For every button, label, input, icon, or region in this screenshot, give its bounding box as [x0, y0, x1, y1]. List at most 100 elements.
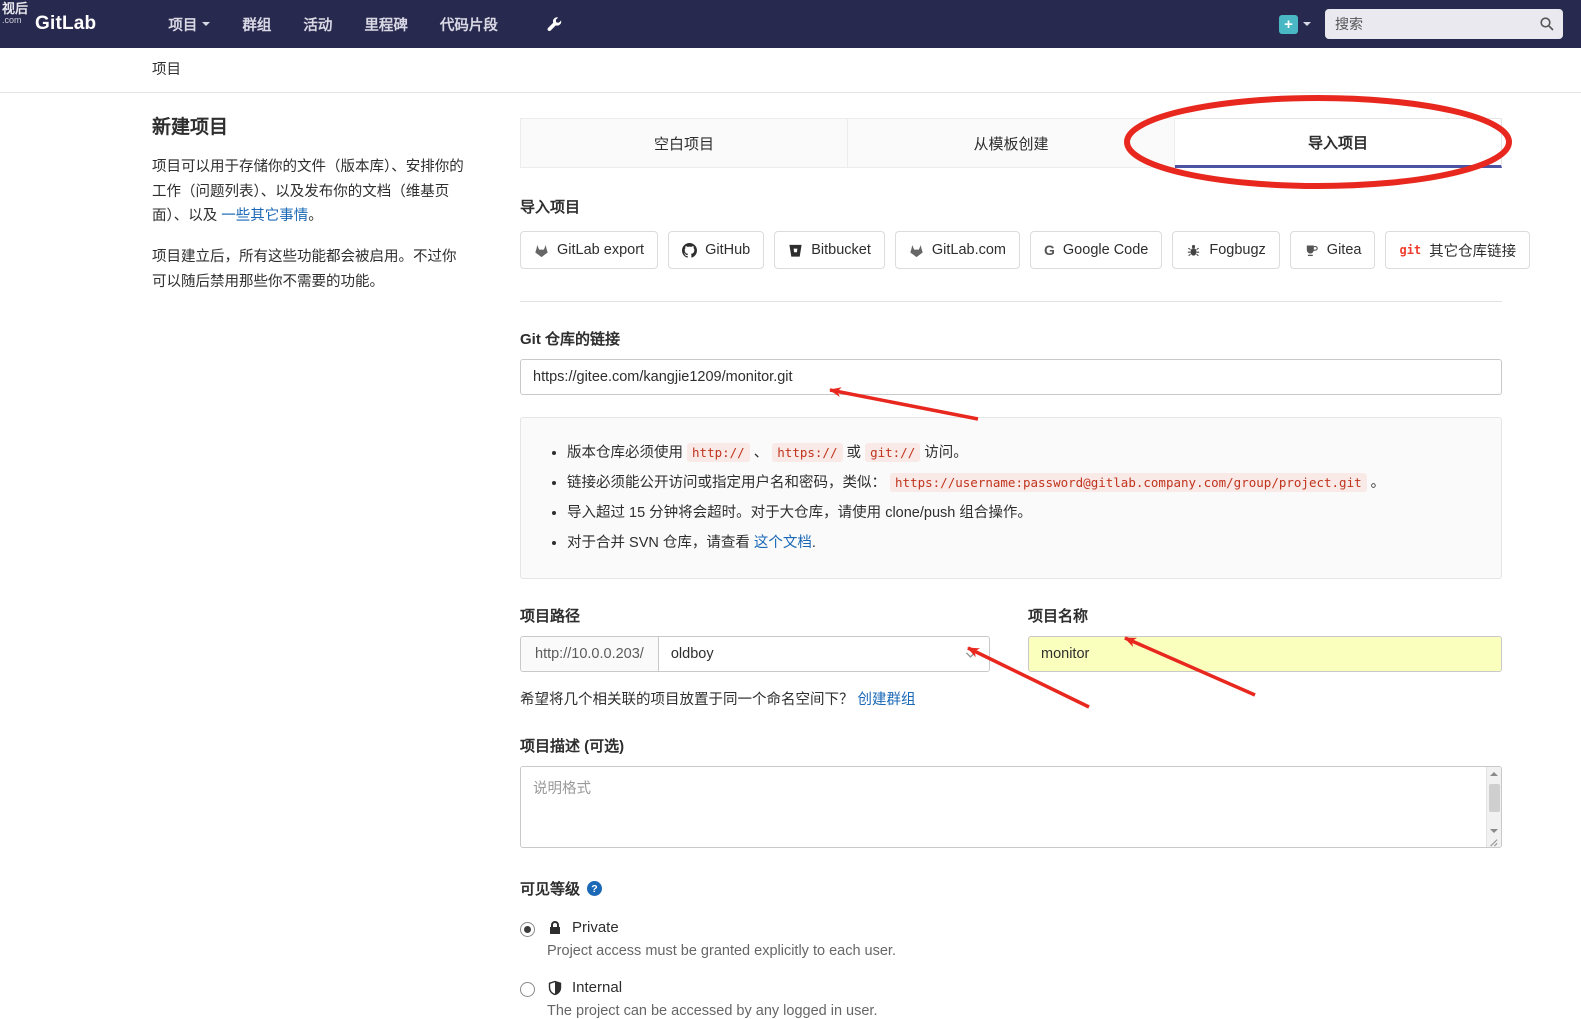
import-source-bitbucket-button[interactable]: Bitbucket: [774, 231, 885, 269]
nav-item-activity[interactable]: 活动: [291, 8, 344, 41]
search-icon: [1540, 17, 1554, 31]
new-project-page: 视后 .com GitLab 项目 群组 活动 里程碑 代码片段 + 搜索 项目…: [0, 0, 1581, 1019]
screenshot-watermark: 视后 .com: [2, 1, 36, 26]
import-source-gitlab-com-button[interactable]: GitLab.com: [894, 231, 1021, 269]
import-source-buttons: GitLab export GitHub Bitbucket GitLab.co…: [520, 231, 1531, 269]
shield-icon: [548, 980, 562, 996]
import-source-google-code-button[interactable]: G Google Code: [1030, 231, 1163, 269]
nav-item-groups[interactable]: 群组: [230, 8, 283, 41]
section-divider: [520, 301, 1502, 302]
github-icon: [682, 242, 698, 258]
gitlab-tanuki-icon: [535, 244, 548, 257]
project-description-wrap: [520, 766, 1502, 849]
new-dropdown-button[interactable]: +: [1279, 14, 1311, 34]
page-title: 新建项目: [152, 117, 229, 138]
repo-url-input[interactable]: [520, 359, 1502, 395]
svn-doc-link[interactable]: 这个文档: [754, 535, 812, 551]
note-text: 对于合并 SVN 仓库，请查看: [567, 535, 754, 552]
admin-area-button[interactable]: [546, 16, 563, 33]
import-source-label: 其它仓库链接: [1429, 243, 1517, 260]
breadcrumb-bar: 项目: [0, 48, 1581, 93]
note-protocols: 版本仓库必须使用 http:// 、 https:// 或 git:// 访问。: [567, 440, 1475, 466]
navbar-right: +: [1279, 0, 1563, 48]
import-source-gitlab-export-button[interactable]: GitLab export: [520, 231, 659, 269]
global-search: [1325, 9, 1563, 39]
search-input[interactable]: [1335, 16, 1539, 32]
private-radio[interactable]: [520, 922, 535, 938]
wrench-icon: [547, 16, 562, 31]
create-group-link[interactable]: 创建群组: [858, 692, 916, 708]
import-source-repo-url-button[interactable]: git 其它仓库链接: [1385, 231, 1531, 269]
visibility-option-title: Internal: [572, 979, 623, 997]
intro-p1-period: 。: [308, 208, 323, 225]
scrollbar-thumb[interactable]: [1489, 784, 1500, 813]
git-icon: git: [1399, 243, 1422, 257]
internal-radio[interactable]: [520, 982, 535, 998]
project-name-label: 项目名称: [1028, 608, 1089, 626]
scroll-down-icon[interactable]: [1490, 829, 1498, 834]
help-icon[interactable]: ?: [587, 881, 603, 897]
scroll-up-icon[interactable]: [1490, 772, 1498, 777]
breadcrumb[interactable]: 项目: [152, 48, 181, 93]
chevron-down-icon: [202, 22, 211, 30]
visibility-option-private[interactable]: Private Project access must be granted e…: [520, 919, 1502, 959]
import-source-label: GitHub: [705, 242, 751, 258]
visibility-option-internal[interactable]: Internal The project can be accessed by …: [520, 979, 1502, 1019]
intro-paragraph-1: 项目可以用于存储你的文件（版本库）、安排你的工作（问题列表）、以及发布你的文档（…: [152, 155, 468, 229]
watermark-line1: 视后: [2, 1, 29, 16]
https-code: https://: [772, 443, 843, 462]
textarea-resize-handle[interactable]: [1487, 834, 1500, 847]
note-credentials: 链接必须能公开访问或指定用户名和密码，类似： https://username:…: [567, 470, 1475, 496]
namespace-select[interactable]: oldboy: [659, 637, 989, 671]
project-path-field: 项目路径 http://10.0.0.203/ oldboy: [520, 605, 990, 673]
other-things-link[interactable]: 一些其它事情: [221, 208, 308, 224]
note-text: .: [811, 535, 816, 552]
project-creation-tabs: 空白项目 从模板创建 导入项目: [520, 118, 1502, 168]
import-source-label: Google Code: [1062, 242, 1149, 258]
project-name-input[interactable]: [1028, 636, 1502, 673]
navbar-menu: 项目 群组 活动 里程碑 代码片段: [156, 8, 563, 41]
note-text: 版本仓库必须使用: [567, 445, 688, 461]
watermark-line2: .com: [2, 15, 22, 26]
intro-paragraph-2: 项目建立后，所有这些功能都会被启用。不过你可以随后禁用那些你不需要的功能。: [152, 248, 457, 290]
tab-import-project[interactable]: 导入项目: [1175, 118, 1502, 168]
path-name-row: 项目路径 http://10.0.0.203/ oldboy 项目名称: [520, 605, 1502, 673]
new-project-form: 空白项目 从模板创建 导入项目 导入项目 GitLab export GitHu…: [520, 118, 1531, 1019]
import-source-fogbugz-button[interactable]: Fogbugz: [1172, 231, 1280, 269]
google-icon: G: [1044, 242, 1055, 258]
gitlab-tanuki-icon: [910, 244, 923, 257]
nav-item-snippets[interactable]: 代码片段: [428, 8, 510, 41]
chevron-down-icon: [1303, 22, 1311, 30]
project-description-label: 项目描述 (可选): [520, 738, 625, 756]
namespace-selected-value: oldboy: [670, 646, 714, 663]
visibility-level-label: 可见等级: [520, 881, 581, 899]
gitlab-logo[interactable]: GitLab: [35, 13, 96, 35]
credential-url-code: https://username:password@gitlab.company…: [890, 473, 1367, 493]
tab-blank-project[interactable]: 空白项目: [520, 118, 848, 168]
new-project-intro: 新建项目 项目可以用于存储你的文件（版本库）、安排你的工作（问题列表）、以及发布…: [152, 112, 468, 294]
bitbucket-icon: [789, 244, 802, 257]
import-source-label: Bitbucket: [811, 242, 871, 258]
tab-create-from-template[interactable]: 从模板创建: [848, 118, 1175, 168]
bug-icon: [1188, 244, 1200, 256]
instance-url-prefix: http://10.0.0.203/: [521, 637, 659, 672]
top-navbar: 视后 .com GitLab 项目 群组 活动 里程碑 代码片段 +: [0, 0, 1581, 48]
project-name-field: 项目名称: [1028, 605, 1502, 673]
visibility-option-body: Internal The project can be accessed by …: [547, 979, 877, 1019]
namespace-hint-text: 希望将几个相关联的项目放置于同一个命名空间下？: [520, 692, 858, 709]
import-source-label: Fogbugz: [1209, 242, 1266, 258]
import-source-gitea-button[interactable]: Gitea: [1289, 231, 1376, 269]
nav-item-milestones[interactable]: 里程碑: [352, 8, 420, 41]
import-source-github-button[interactable]: GitHub: [668, 231, 765, 269]
project-description-input[interactable]: [521, 767, 1485, 848]
nav-item-projects[interactable]: 项目: [156, 8, 222, 41]
import-source-label: GitLab export: [557, 242, 645, 258]
import-section-title: 导入项目: [520, 199, 581, 216]
visibility-level-header: 可见等级 ?: [520, 878, 1502, 899]
nav-item-projects-label: 项目: [168, 17, 198, 34]
visibility-option-body: Private Project access must be granted e…: [547, 919, 896, 959]
import-source-label: Gitea: [1326, 242, 1362, 258]
lock-icon: [550, 920, 560, 934]
visibility-option-title: Private: [572, 919, 619, 937]
note-text: 、: [749, 445, 773, 461]
